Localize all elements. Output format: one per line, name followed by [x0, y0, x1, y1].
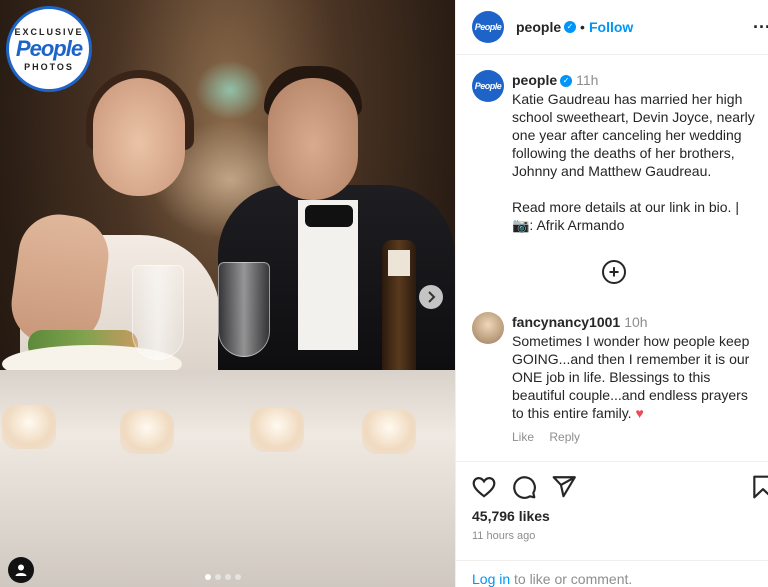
account-avatar[interactable]: People [472, 11, 504, 43]
commenter-username[interactable]: fancynancy1001 [512, 314, 620, 330]
account-username[interactable]: people [516, 19, 561, 35]
verified-badge-icon: ✓ [560, 75, 573, 88]
badge-bottom-text: PHOTOS [24, 61, 74, 72]
candle [362, 410, 416, 454]
post-photo[interactable]: EXCLUSIVE People PHOTOS [0, 0, 455, 587]
follow-button[interactable]: Follow [589, 19, 633, 35]
verified-badge-icon: ✓ [564, 21, 576, 33]
comment-like-button[interactable]: Like [512, 430, 534, 444]
groom-face [268, 78, 358, 200]
carousel-dot [225, 574, 231, 580]
caption-username[interactable]: people [512, 72, 557, 88]
share-icon[interactable] [551, 474, 577, 500]
comment-reply-button[interactable]: Reply [549, 430, 580, 444]
badge-top-text: EXCLUSIVE [14, 26, 84, 37]
separator-dot: • [580, 19, 585, 35]
post-sidebar: People people ✓ • Follow ... People peop… [455, 0, 768, 587]
candle [250, 408, 304, 452]
exclusive-photos-badge: EXCLUSIVE People PHOTOS [6, 6, 92, 92]
carousel-indicator [205, 574, 241, 580]
comment-header: fancynancy1001 10h [512, 314, 648, 330]
commenter-avatar[interactable] [472, 312, 504, 344]
comment-actions: Like Reply [512, 430, 592, 444]
tablecloth [0, 370, 455, 587]
post-timestamp[interactable]: 11 hours ago [472, 530, 535, 542]
candle [120, 410, 174, 454]
caption-avatar[interactable]: People [472, 70, 504, 102]
groom-bowtie [305, 205, 353, 227]
caption-text: Katie Gaudreau has married her high scho… [512, 90, 757, 234]
more-options-icon[interactable]: ... [753, 12, 768, 33]
background-light [195, 60, 265, 120]
carousel-dot [205, 574, 211, 580]
comment-icon[interactable] [511, 474, 537, 500]
caption-paragraph: Katie Gaudreau has married her high scho… [512, 91, 755, 179]
login-prompt-text: to like or comment. [514, 571, 633, 587]
tagged-users-button[interactable] [8, 557, 34, 583]
bride-face [93, 78, 185, 196]
wine-glass [218, 262, 270, 357]
heart-icon[interactable] [471, 474, 497, 500]
caption-paragraph: Read more details at our link in bio. | … [512, 199, 739, 233]
login-prompt: Log in to like or comment. [456, 560, 768, 587]
login-link[interactable]: Log in [472, 571, 510, 587]
chevron-right-icon [428, 291, 436, 303]
comment-body: Sometimes I wonder how people keep GOING… [512, 333, 750, 421]
heart-emoji-icon: ♥ [635, 405, 644, 421]
candle [2, 405, 56, 449]
user-icon [15, 564, 27, 576]
caption-header: people ✓ 11h [512, 72, 598, 88]
bottle-label [388, 250, 410, 276]
comment-text: Sometimes I wonder how people keep GOING… [512, 332, 757, 422]
post-action-bar [456, 461, 768, 501]
comment-timestamp[interactable]: 10h [624, 314, 647, 330]
wine-glass [132, 265, 184, 360]
carousel-next-button[interactable] [419, 285, 443, 309]
bookmark-icon[interactable] [750, 474, 768, 500]
caption-timestamp[interactable]: 11h [576, 72, 598, 88]
likes-count[interactable]: 45,796 likes [472, 508, 550, 524]
post-header: People people ✓ • Follow ... [456, 0, 768, 55]
add-comment-icon[interactable]: + [602, 260, 626, 284]
carousel-dot [235, 574, 241, 580]
badge-logo-text: People [15, 35, 83, 61]
carousel-dot [215, 574, 221, 580]
